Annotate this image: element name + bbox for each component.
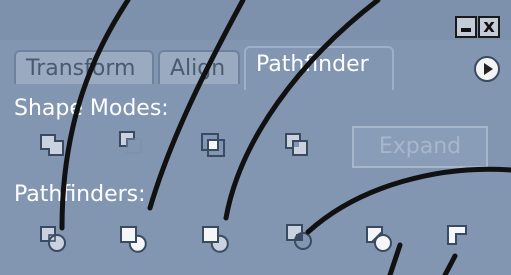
pathfinders-label: Pathfinders: [14, 182, 146, 207]
panel-menu-arrow-icon[interactable] [474, 56, 500, 82]
divide-icon[interactable] [38, 224, 68, 254]
close-icon[interactable]: x [478, 16, 500, 38]
close-glyph: x [483, 16, 495, 37]
add-to-shape-area-icon[interactable] [38, 130, 68, 160]
tab-pathfinder[interactable]: Pathfinder [244, 46, 394, 90]
expand-button[interactable]: Expand [352, 126, 488, 168]
tab-align[interactable]: Align [158, 50, 240, 84]
shape-modes-label: Shape Modes: [14, 96, 169, 121]
exclude-overlapping-shape-areas-icon[interactable] [282, 130, 312, 160]
intersect-shape-areas-icon[interactable] [198, 130, 228, 160]
panel-title-bar[interactable]: x [0, 0, 511, 40]
trim-icon[interactable] [118, 224, 148, 254]
minus-back-icon[interactable] [444, 222, 474, 252]
outline-icon[interactable] [364, 224, 394, 254]
subtract-from-shape-area-icon[interactable] [116, 128, 146, 158]
crop-icon[interactable] [284, 222, 314, 252]
minimize-icon[interactable] [455, 16, 477, 38]
tab-strip: Transform Align Pathfinder [0, 40, 511, 92]
pathfinder-panel: x Transform Align Pathfinder Shape Modes… [0, 0, 511, 275]
tab-transform[interactable]: Transform [14, 50, 154, 84]
merge-icon[interactable] [200, 224, 230, 254]
